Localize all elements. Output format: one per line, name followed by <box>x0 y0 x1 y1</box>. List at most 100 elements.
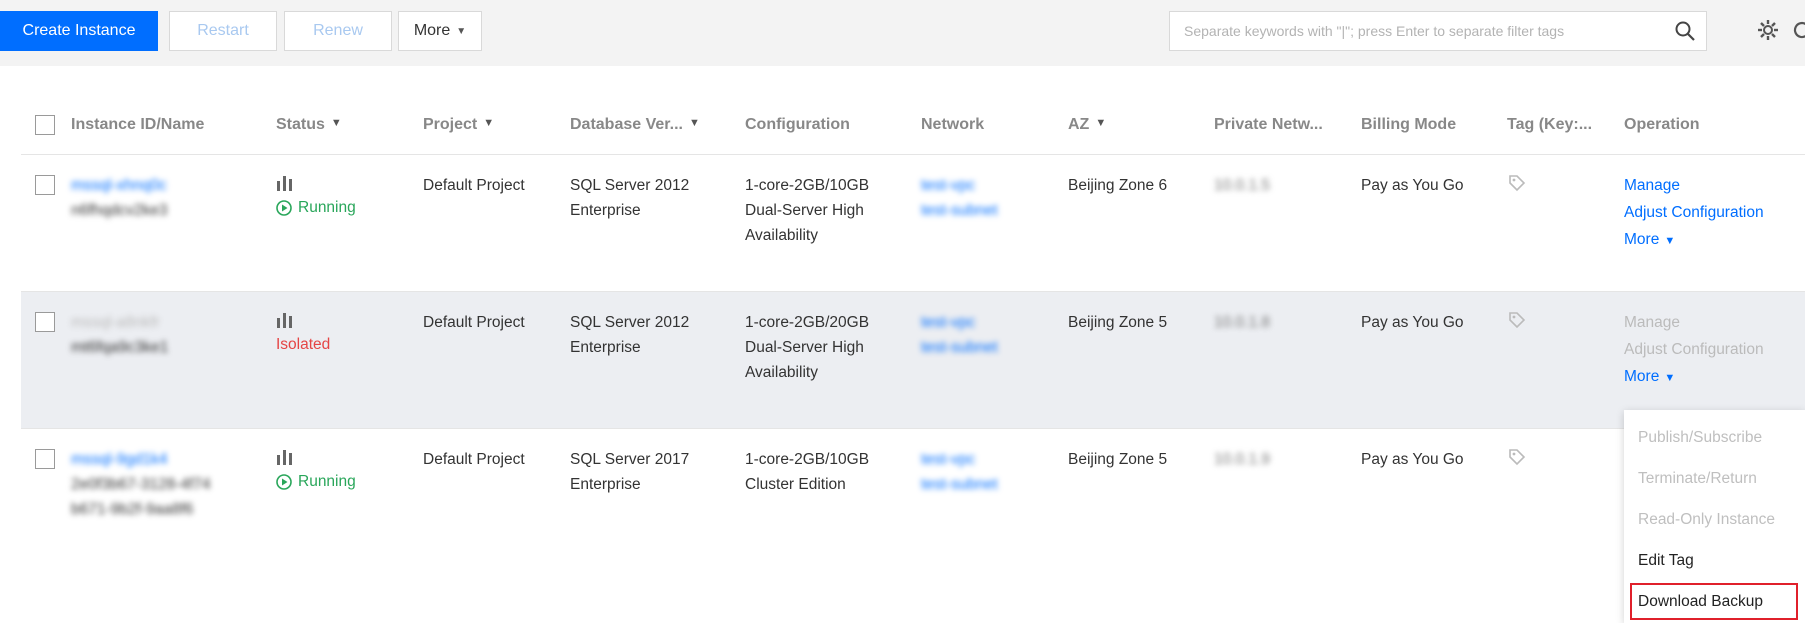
status-cell: Isolated <box>276 310 330 357</box>
tag-cell <box>1507 173 1527 201</box>
db-version-line: SQL Server 2012 <box>570 314 690 331</box>
instance-id-name: mssql-xhnq0c n6fhqdcv2ke3 <box>71 173 168 223</box>
play-circle-icon <box>276 473 292 490</box>
configuration-cell: 1-core-2GB/10GB Dual-Server High Availab… <box>745 173 869 248</box>
col-private-network: Private Netw... <box>1214 116 1323 133</box>
az-cell: Beijing Zone 5 <box>1068 314 1168 331</box>
vpc-link[interactable]: test-vpc <box>921 310 998 335</box>
table-row: mssql-9gd1k4 2e0f3b67-3128-4f74 b671-9b2… <box>21 429 1805 565</box>
db-version-cell: SQL Server 2012 Enterprise <box>570 173 689 223</box>
operation-cell: Manage Adjust Configuration More ▼ <box>1624 173 1764 254</box>
col-az[interactable]: AZ ▼ <box>1068 116 1106 134</box>
select-all-checkbox[interactable] <box>35 115 55 135</box>
instance-id-name: mssql-9gd1k4 2e0f3b67-3128-4f74 b671-9b2… <box>71 447 211 522</box>
col-instance: Instance ID/Name <box>71 116 205 133</box>
col-project-label: Project <box>423 116 478 133</box>
config-line: Cluster Edition <box>745 476 846 493</box>
status-label: Running <box>298 199 356 216</box>
project-cell: Default Project <box>423 314 525 331</box>
row-checkbox[interactable] <box>35 312 55 332</box>
bar-chart-icon[interactable] <box>276 447 294 465</box>
config-line: Dual-Server High <box>745 202 864 219</box>
status-isolated: Isolated <box>276 336 331 353</box>
more-actions-label: More <box>413 22 451 39</box>
subnet-link[interactable]: test-subnet <box>921 335 998 360</box>
manage-link[interactable]: Manage <box>1624 173 1764 200</box>
tag-icon[interactable] <box>1507 447 1527 467</box>
adjust-configuration-link[interactable]: Adjust Configuration <box>1624 200 1764 227</box>
gear-icon[interactable] <box>1756 18 1780 42</box>
configuration-cell: 1-core-2GB/10GB Cluster Edition <box>745 447 869 497</box>
col-db-version[interactable]: Database Ver... ▼ <box>570 116 700 134</box>
col-az-label: AZ <box>1068 116 1090 133</box>
col-status[interactable]: Status ▼ <box>276 116 342 134</box>
config-line: 1-core-2GB/10GB <box>745 177 870 194</box>
refresh-icon[interactable] <box>1790 18 1805 42</box>
network-cell: test-vpc test-subnet <box>921 310 998 360</box>
filter-icon[interactable]: ▼ <box>689 117 700 129</box>
menu-item-read-only-instance[interactable]: Read-Only Instance <box>1624 499 1805 540</box>
table-row: mssql-xhnq0c n6fhqdcv2ke3 Running Defaul… <box>21 155 1805 292</box>
caret-down-icon: ▼ <box>1664 235 1676 247</box>
subnet-link[interactable]: test-subnet <box>921 472 998 497</box>
col-status-label: Status <box>276 116 325 133</box>
bar-chart-icon[interactable] <box>276 310 294 328</box>
status-cell: Running <box>276 447 356 494</box>
tag-icon[interactable] <box>1507 173 1527 193</box>
vpc-link[interactable]: test-vpc <box>921 173 998 198</box>
az-cell: Beijing Zone 6 <box>1068 177 1168 194</box>
instance-name: n6fhqdcv2ke3 <box>71 202 168 219</box>
menu-item-download-backup[interactable]: Download Backup <box>1628 581 1800 622</box>
db-edition-line: Enterprise <box>570 476 641 493</box>
search-box <box>1169 11 1707 51</box>
play-circle-icon <box>276 199 292 216</box>
config-line: Availability <box>745 227 818 244</box>
bar-chart-icon[interactable] <box>276 173 294 191</box>
operation-cell: Manage Adjust Configuration More ▼ <box>1624 310 1764 391</box>
instance-id-link[interactable]: mssql-xhnq0c <box>71 173 168 198</box>
instance-id-name: mssql-a8nkfr mt6fqa9c3ke1 <box>71 310 168 360</box>
filter-icon[interactable]: ▼ <box>331 117 342 129</box>
private-ip-cell: 10.0.1.5 <box>1214 177 1271 194</box>
row-checkbox[interactable] <box>35 175 55 195</box>
menu-item-publish-subscribe[interactable]: Publish/Subscribe <box>1624 417 1805 458</box>
more-menu-link[interactable]: More ▼ <box>1624 227 1764 254</box>
instance-id: mssql-a8nkfr <box>71 314 160 331</box>
db-version-line: SQL Server 2012 <box>570 177 690 194</box>
instance-name: b671-9b2f-9aa8f6 <box>71 501 194 518</box>
instance-id-link[interactable]: mssql-9gd1k4 <box>71 447 211 472</box>
status-running: Running <box>276 469 356 494</box>
col-db-version-label: Database Ver... <box>570 116 683 133</box>
more-actions-button[interactable]: More ▼ <box>398 11 482 51</box>
adjust-configuration-disabled: Adjust Configuration <box>1624 341 1764 358</box>
caret-down-icon: ▼ <box>456 25 467 37</box>
more-label: More <box>1624 368 1660 385</box>
status-label: Running <box>298 473 356 490</box>
project-cell: Default Project <box>423 177 525 194</box>
col-tag: Tag (Key:... <box>1507 116 1593 133</box>
subnet-link[interactable]: test-subnet <box>921 198 998 223</box>
more-label: More <box>1624 231 1660 248</box>
caret-down-icon: ▼ <box>1664 372 1676 384</box>
row-checkbox[interactable] <box>35 449 55 469</box>
network-cell: test-vpc test-subnet <box>921 447 998 497</box>
menu-item-edit-tag[interactable]: Edit Tag <box>1624 540 1805 581</box>
db-version-cell: SQL Server 2012 Enterprise <box>570 310 689 360</box>
renew-button[interactable]: Renew <box>284 11 392 51</box>
vpc-link[interactable]: test-vpc <box>921 447 998 472</box>
tag-cell <box>1507 447 1527 475</box>
menu-item-terminate-return[interactable]: Terminate/Return <box>1624 458 1805 499</box>
search-icon[interactable] <box>1674 20 1696 42</box>
more-dropdown-menu: Publish/Subscribe Terminate/Return Read-… <box>1624 410 1805 623</box>
status-cell: Running <box>276 173 356 220</box>
restart-button[interactable]: Restart <box>169 11 277 51</box>
col-configuration: Configuration <box>745 116 850 133</box>
search-input[interactable] <box>1170 12 1650 50</box>
more-menu-link[interactable]: More ▼ <box>1624 364 1764 391</box>
col-project[interactable]: Project ▼ <box>423 116 494 134</box>
filter-icon[interactable]: ▼ <box>1095 117 1106 129</box>
filter-icon[interactable]: ▼ <box>483 117 494 129</box>
create-instance-button[interactable]: Create Instance <box>0 11 158 51</box>
tag-icon[interactable] <box>1507 310 1527 330</box>
config-line: 1-core-2GB/10GB <box>745 451 870 468</box>
